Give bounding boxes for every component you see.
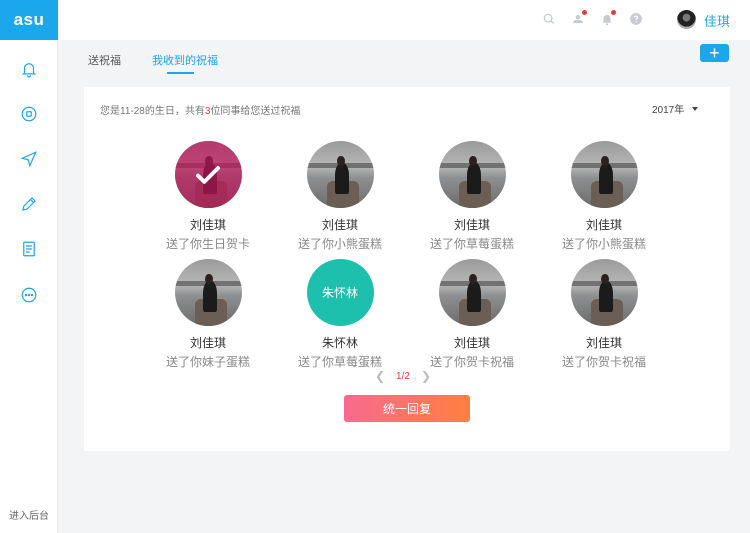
wish-item[interactable]: 刘佳琪送了你贺卡祝福 <box>406 259 538 370</box>
avatar-photo-person <box>466 163 482 194</box>
avatar-photo-head <box>205 274 213 285</box>
sender-name: 刘佳琪 <box>585 336 622 350</box>
avatar-photo-person <box>598 281 614 312</box>
sidebar-item-notifications[interactable] <box>19 59 39 79</box>
wish-item[interactable]: 刘佳琪送了你妹子蛋糕 <box>142 259 274 370</box>
chevron-right-icon[interactable]: ❯ <box>419 369 433 383</box>
wish-row: 刘佳琪 送了你妹子蛋糕 朱怀林 朱怀林 送了你草莓蛋糕 刘佳琪 送了你贺卡祝福 刘佳琪 送了你贺… <box>158 259 658 379</box>
sender-avatar[interactable] <box>438 259 506 326</box>
tab-send-wishes[interactable]: 送祝福 <box>88 52 121 68</box>
sidebar-item-edit[interactable] <box>19 194 39 214</box>
summary-suffix: 位同事给您送过祝福 <box>210 106 301 117</box>
sender-name: 刘佳琪 <box>453 218 490 232</box>
gift-description: 送了你小熊蛋糕 <box>561 237 646 251</box>
gift-description: 送了你草莓蛋糕 <box>429 237 514 251</box>
avatar-photo-head <box>337 156 345 167</box>
avatar-photo-head <box>469 274 477 285</box>
send-icon <box>20 151 37 168</box>
wish-item[interactable]: 刘佳琪送了你草莓蛋糕 <box>406 141 538 252</box>
avatar-photo-head <box>601 156 609 167</box>
sender-avatar[interactable] <box>174 259 242 326</box>
gift-description: 送了你贺卡祝福 <box>561 355 646 369</box>
enter-admin-link[interactable]: 进入后台 <box>0 507 58 522</box>
sender-name: 刘佳琪 <box>585 218 622 232</box>
checkmark-icon <box>174 141 242 208</box>
wish-item[interactable]: 刘佳琪送了你生日贺卡 <box>142 141 274 252</box>
gift-description: 送了你生日贺卡 <box>165 237 250 251</box>
reply-all-button[interactable]: 统一回复 <box>344 395 470 422</box>
gift-description: 送了你贺卡祝福 <box>429 355 514 369</box>
sidebar-item-send[interactable] <box>19 149 39 169</box>
wish-item[interactable]: 刘佳琪送了你小熊蛋糕 <box>274 141 406 252</box>
sender-avatar[interactable] <box>570 141 638 208</box>
chevron-left-icon[interactable]: ❮ <box>373 369 387 383</box>
document-icon <box>23 241 35 257</box>
sidebar-item-documents[interactable] <box>19 239 39 259</box>
sender-name: 刘佳琪 <box>453 336 490 350</box>
wishes-card: 您是11-28的生日，共有3位同事给您送过祝福 2017年 刘佳琪 送了你生日贺卡… <box>84 87 730 451</box>
wish-item[interactable]: 朱怀林 朱怀林 送了你草莓蛋糕 <box>274 259 406 370</box>
avatar-photo-person <box>598 163 614 194</box>
sidebar-item-more[interactable] <box>19 285 39 305</box>
pagination: ❮ 1/2 ❯ <box>373 369 433 383</box>
sender-name: 刘佳琪 <box>189 218 226 232</box>
avatar-photo-person <box>334 163 350 194</box>
help-button[interactable] <box>628 11 644 27</box>
sender-avatar-text[interactable]: 朱怀林 <box>306 259 374 326</box>
user-avatar[interactable] <box>677 10 696 29</box>
unread-dot <box>611 10 616 15</box>
app-logo[interactable]: asu <box>0 0 58 40</box>
avatar-photo-person <box>202 281 218 312</box>
gift-description: 送了你草莓蛋糕 <box>297 355 382 369</box>
year-select[interactable]: 2017年 <box>652 101 699 116</box>
help-icon <box>630 13 642 25</box>
wish-item[interactable]: 刘佳琪送了你贺卡祝福 <box>538 259 670 370</box>
wish-row: 刘佳琪 送了你生日贺卡 刘佳琪 送了你小熊蛋糕 刘佳琪 送了你草莓蛋糕 刘佳琪 送了你小熊蛋糕 <box>158 141 658 261</box>
sidebar-item-apps[interactable] <box>19 104 39 124</box>
sender-name: 刘佳琪 <box>321 218 358 232</box>
sidebar: asu 进入后台 <box>0 0 58 533</box>
sender-avatar[interactable] <box>570 259 638 326</box>
summary-prefix: 您是11-28的生日，共有 <box>100 106 205 117</box>
sender-name: 刘佳琪 <box>189 336 226 350</box>
search-button[interactable] <box>541 11 557 27</box>
sender-avatar[interactable] <box>438 141 506 208</box>
avatar-photo-head <box>601 274 609 285</box>
bell-icon <box>21 63 37 78</box>
sender-avatar[interactable] <box>306 141 374 208</box>
gift-description: 送了你小熊蛋糕 <box>297 237 382 251</box>
sender-name: 朱怀林 <box>321 336 358 350</box>
avatar-photo-head <box>469 156 477 167</box>
reminder-button[interactable] <box>599 10 616 27</box>
birthday-summary: 您是11-28的生日，共有3位同事给您送过祝福 <box>100 102 300 117</box>
more-icon <box>21 287 37 303</box>
notification-button[interactable] <box>570 10 587 27</box>
user-name[interactable]: 佳琪 <box>704 11 730 30</box>
gift-description: 送了你妹子蛋糕 <box>165 355 250 369</box>
chevron-down-icon <box>692 106 699 111</box>
add-wish-button[interactable]: + <box>700 44 729 62</box>
app-circle-icon <box>21 106 37 122</box>
avatar-photo-person <box>466 281 482 312</box>
sender-avatar[interactable] <box>174 141 242 208</box>
active-tab-indicator <box>167 72 194 74</box>
tab-received-wishes[interactable]: 我收到的祝福 <box>152 52 218 68</box>
unread-dot <box>582 10 587 15</box>
page-indicator: 1/2 <box>396 370 410 382</box>
edit-icon <box>22 197 36 211</box>
search-icon <box>543 13 555 25</box>
wish-item[interactable]: 刘佳琪送了你小熊蛋糕 <box>538 141 670 252</box>
year-select-value: 2017年 <box>652 105 685 116</box>
top-bar <box>58 0 750 40</box>
